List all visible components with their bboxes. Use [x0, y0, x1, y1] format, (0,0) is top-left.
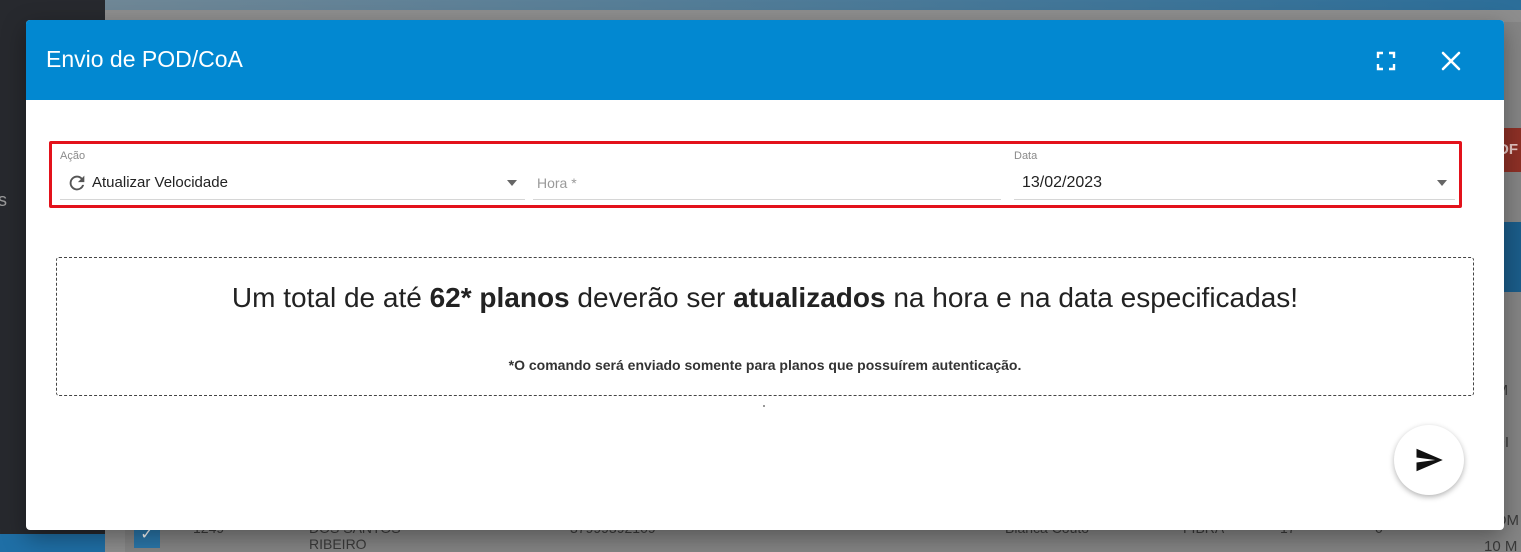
hora-placeholder: Hora *	[537, 175, 577, 191]
acao-select[interactable]: Ação Atualizar Velocidade	[60, 144, 525, 205]
background-sidebar-text: s	[0, 190, 7, 210]
data-label: Data	[1014, 150, 1038, 162]
info-text: deverão ser	[569, 282, 734, 313]
acao-underline	[60, 199, 525, 200]
fullscreen-icon	[1376, 51, 1396, 71]
background-sidebar-strip	[0, 534, 105, 552]
refresh-icon	[69, 175, 85, 191]
screen: s DF rvi igu ste OM M ADI igu ste COM 10…	[0, 0, 1521, 552]
data-value: 13/02/2023	[1022, 174, 1103, 191]
pod-coa-dialog: Envio de POD/CoA Ação Atualizar Velocida…	[26, 20, 1504, 530]
acao-label: Ação	[60, 150, 86, 162]
hora-underline	[533, 199, 1001, 200]
send-button[interactable]	[1394, 425, 1464, 495]
data-select[interactable]: Data 13/02/2023	[1014, 144, 1455, 205]
background-cell: 10 M	[1484, 538, 1518, 552]
background-topbar	[105, 0, 1521, 10]
info-action: atualizados	[733, 282, 886, 313]
dialog-title: Envio de POD/CoA	[46, 46, 243, 72]
dialog-header: Envio de POD/CoA	[26, 20, 1504, 100]
info-count: 62* planos	[429, 282, 570, 313]
background-row-name-line2: RIBEIRO	[309, 536, 367, 552]
chevron-down-icon	[507, 180, 517, 186]
data-underline	[1014, 199, 1455, 200]
close-button[interactable]	[1434, 44, 1468, 78]
acao-value: Atualizar Velocidade	[92, 174, 228, 191]
form-row: Ação Atualizar Velocidade Hora * Data 13…	[49, 141, 1462, 208]
info-box: Um total de até 62* planos deverão ser a…	[56, 257, 1474, 396]
close-icon	[1441, 51, 1461, 71]
info-message: Um total de até 62* planos deverão ser a…	[57, 282, 1473, 314]
chevron-down-icon	[1437, 180, 1447, 186]
info-text: na hora e na data especificadas!	[885, 282, 1299, 313]
info-text: Um total de até	[231, 282, 430, 313]
send-icon	[1416, 448, 1443, 472]
hora-input[interactable]: Hora *	[533, 144, 1001, 205]
divider-dot	[763, 405, 765, 407]
info-note: *O comando será enviado somente para pla…	[508, 357, 1022, 373]
fullscreen-button[interactable]	[1369, 44, 1403, 78]
